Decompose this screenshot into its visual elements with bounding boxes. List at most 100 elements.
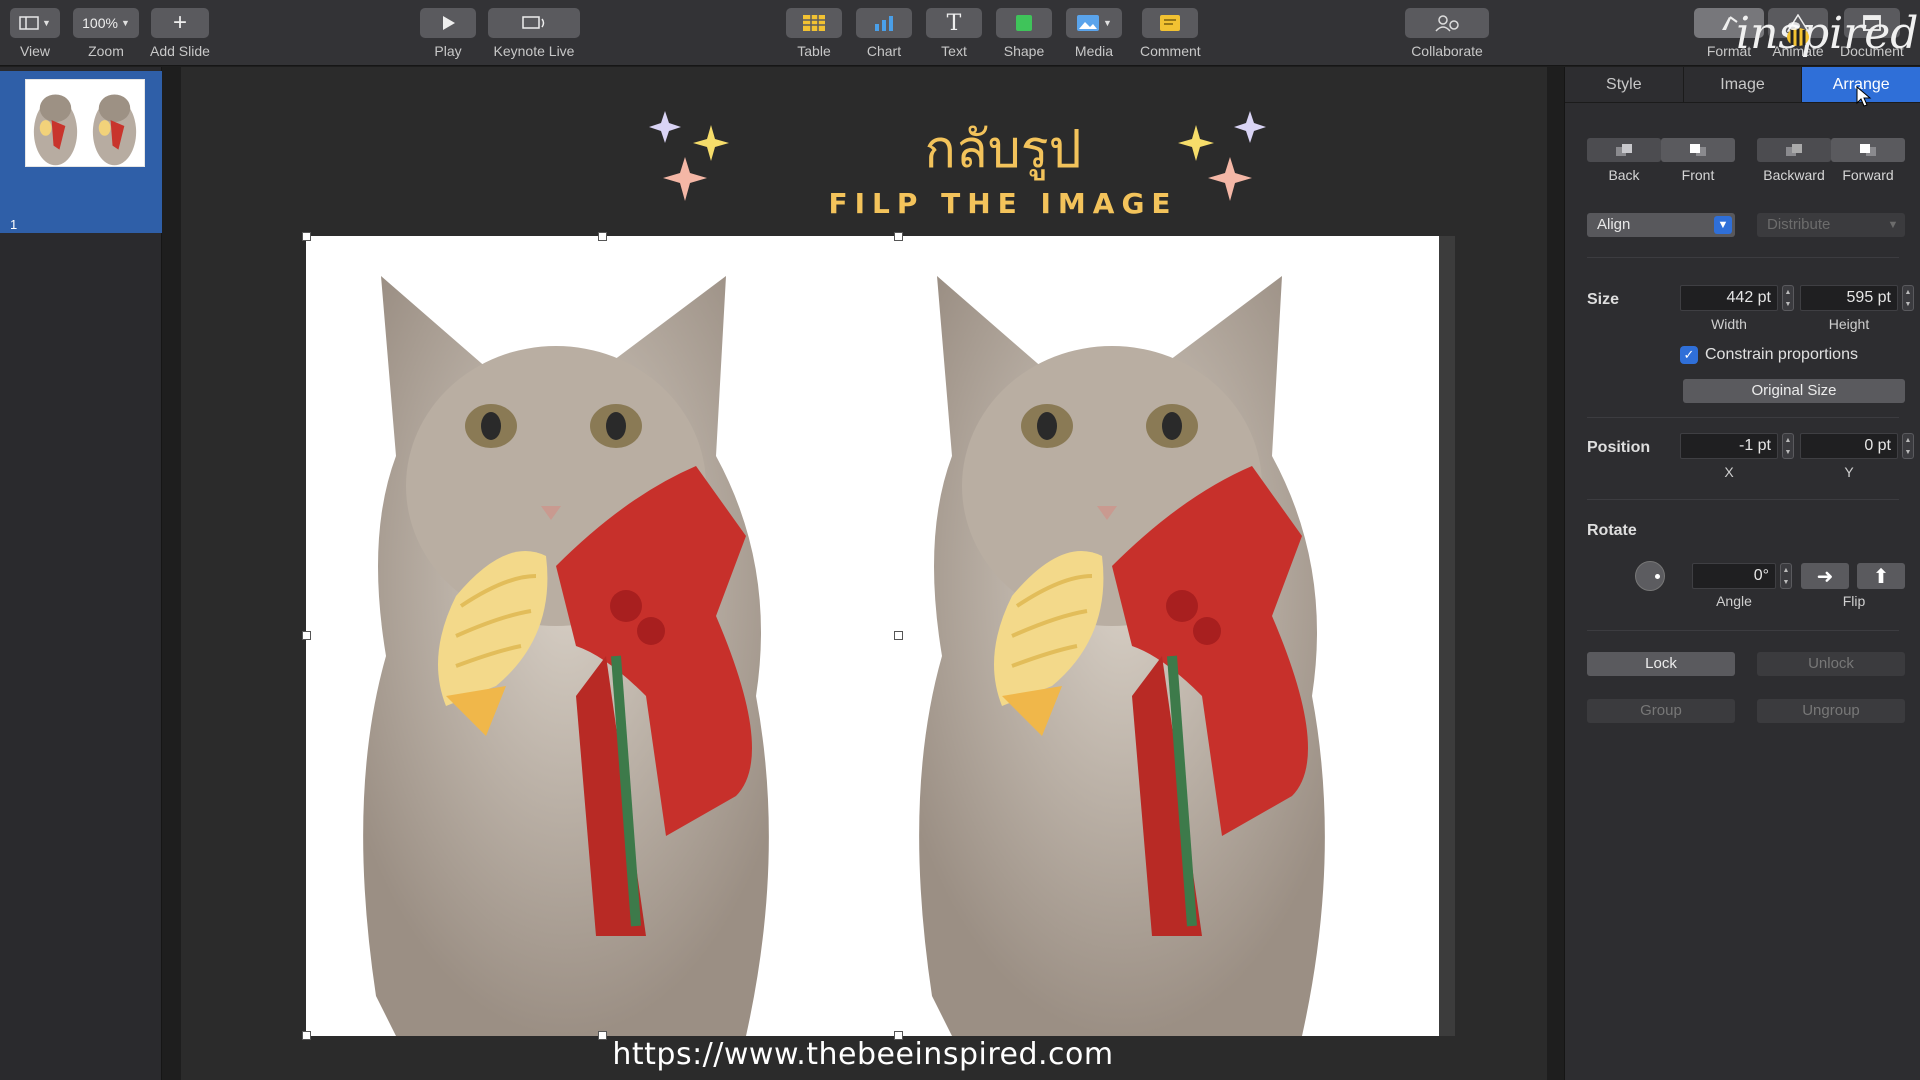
forward-label: Forward xyxy=(1842,167,1894,183)
bring-to-front-icon xyxy=(1690,144,1706,156)
slide-title-english: FILP THE IMAGE xyxy=(828,187,1178,220)
mouse-cursor-icon xyxy=(1856,86,1872,107)
chart-button[interactable]: Chart xyxy=(856,8,912,59)
resize-handle-top-left[interactable] xyxy=(302,232,311,241)
backward-label: Backward xyxy=(1763,167,1825,183)
add-slide-label: Add Slide xyxy=(150,43,210,59)
view-button[interactable]: ▼ View xyxy=(10,8,60,59)
align-label: Align xyxy=(1597,216,1631,233)
media-label: Media xyxy=(1074,43,1114,59)
arrange-inspector: Style Image Arrange Back Front Backward … xyxy=(1564,67,1920,1080)
distribute-dropdown[interactable]: Distribute ▼ xyxy=(1757,213,1905,237)
media-button[interactable]: ▼ Media xyxy=(1066,8,1122,59)
divider xyxy=(1587,257,1899,258)
shape-button[interactable]: Shape xyxy=(996,8,1052,59)
resize-handle-left[interactable] xyxy=(302,631,311,640)
cat-image-left xyxy=(363,276,769,1036)
table-label: Table xyxy=(797,43,831,59)
angle-stepper[interactable]: ▲ ▼ xyxy=(1780,563,1792,589)
add-slide-button[interactable]: + Add Slide xyxy=(150,8,210,59)
width-label: Width xyxy=(1711,316,1747,332)
rotate-dial[interactable] xyxy=(1635,561,1665,591)
rotate-section-title: Rotate xyxy=(1587,522,1637,539)
bee-logo-icon xyxy=(1787,22,1809,46)
divider xyxy=(1587,417,1899,418)
zoom-button[interactable]: 100% ▼ Zoom xyxy=(73,8,139,59)
height-label: Height xyxy=(1828,316,1870,332)
slide-canvas[interactable]: กลับรูป FILP THE IMAGE https://www.thebe… xyxy=(163,67,1563,1080)
chevron-down-icon: ▼ xyxy=(1714,216,1732,234)
send-to-back-icon xyxy=(1616,144,1632,156)
original-size-button[interactable]: Original Size xyxy=(1683,379,1905,403)
constrain-proportions-checkbox[interactable]: ✓ xyxy=(1680,346,1698,364)
angle-field[interactable]: 0° xyxy=(1692,563,1776,589)
y-position-stepper[interactable]: ▲ ▼ xyxy=(1902,433,1914,459)
tab-style[interactable]: Style xyxy=(1565,67,1684,102)
slide-title-thai: กลับรูป xyxy=(924,120,1082,180)
unlock-button[interactable]: Unlock xyxy=(1757,652,1905,676)
view-label: View xyxy=(19,43,51,59)
toolbar: ▼ View 100% ▼ Zoom + Add Slide Play Keyn… xyxy=(0,0,1920,66)
comment-icon xyxy=(1160,15,1181,31)
play-button[interactable]: Play xyxy=(420,8,476,59)
y-label: Y xyxy=(1844,464,1854,480)
distribute-label: Distribute xyxy=(1767,216,1831,233)
inspired-watermark: inspired xyxy=(1736,8,1919,59)
resize-handle-top[interactable] xyxy=(598,232,607,241)
y-position-field[interactable]: 0 pt xyxy=(1800,433,1898,459)
ungroup-button[interactable]: Ungroup xyxy=(1757,699,1905,723)
comment-label: Comment xyxy=(1140,43,1201,59)
chart-label: Chart xyxy=(866,43,902,59)
collaborate-label: Collaborate xyxy=(1411,43,1483,59)
flip-horizontal-button[interactable]: ➜ xyxy=(1801,563,1849,589)
angle-label: Angle xyxy=(1716,593,1752,609)
height-stepper[interactable]: ▲ ▼ xyxy=(1902,285,1914,311)
align-dropdown[interactable]: Align ▼ xyxy=(1587,213,1735,237)
collaborate-button[interactable]: Collaborate xyxy=(1405,8,1489,59)
x-label: X xyxy=(1724,464,1734,480)
slide-thumbnail-image xyxy=(25,79,145,167)
arrow-up-icon: ⬆ xyxy=(1872,565,1890,588)
table-button[interactable]: Table xyxy=(786,8,842,59)
chevron-down-icon: ▼ xyxy=(120,18,130,28)
chevron-down-icon: ▼ xyxy=(1103,18,1112,28)
cat-image-selected[interactable] xyxy=(306,236,1439,1036)
x-position-field[interactable]: -1 pt xyxy=(1680,433,1778,459)
send-backward-button[interactable] xyxy=(1757,138,1831,162)
comment-button[interactable]: Comment xyxy=(1140,8,1201,59)
send-to-back-button[interactable] xyxy=(1587,138,1661,162)
keynote-live-button[interactable]: Keynote Live xyxy=(488,8,580,59)
keynote-live-label: Keynote Live xyxy=(493,43,575,59)
chevron-down-icon: ▼ xyxy=(42,18,51,28)
back-label: Back xyxy=(1608,167,1640,183)
send-backward-icon xyxy=(1786,144,1802,156)
x-position-stepper[interactable]: ▲ ▼ xyxy=(1782,433,1794,459)
sparkle-stars-left-icon xyxy=(649,111,729,201)
shape-icon xyxy=(1016,15,1032,31)
text-label: Text xyxy=(941,43,967,59)
play-icon xyxy=(443,16,455,30)
width-stepper[interactable]: ▲ ▼ xyxy=(1782,285,1794,311)
tab-image[interactable]: Image xyxy=(1684,67,1803,102)
height-field[interactable]: 595 pt xyxy=(1800,285,1898,311)
chart-icon xyxy=(875,16,893,31)
image-shadow xyxy=(1439,236,1455,1036)
group-button[interactable]: Group xyxy=(1587,699,1735,723)
plus-icon: + xyxy=(172,9,187,36)
bring-forward-button[interactable] xyxy=(1831,138,1905,162)
front-label: Front xyxy=(1681,167,1715,183)
chevron-down-icon: ▼ xyxy=(1887,219,1899,231)
website-url-caption: https://www.thebeeinspired.com xyxy=(612,1037,1114,1072)
slide-thumbnail-selected[interactable]: 1 xyxy=(0,71,162,233)
bring-to-front-button[interactable] xyxy=(1661,138,1735,162)
flip-vertical-button[interactable]: ⬆ xyxy=(1857,563,1905,589)
resize-handle-top-right[interactable] xyxy=(894,232,903,241)
width-field[interactable]: 442 pt xyxy=(1680,285,1778,311)
text-icon: T xyxy=(946,10,962,36)
lock-button[interactable]: Lock xyxy=(1587,652,1735,676)
resize-handle-right[interactable] xyxy=(894,631,903,640)
media-icon xyxy=(1077,15,1100,31)
constrain-proportions-label: Constrain proportions xyxy=(1705,346,1858,363)
text-button[interactable]: T Text xyxy=(926,8,982,59)
position-section-title: Position xyxy=(1587,439,1651,456)
